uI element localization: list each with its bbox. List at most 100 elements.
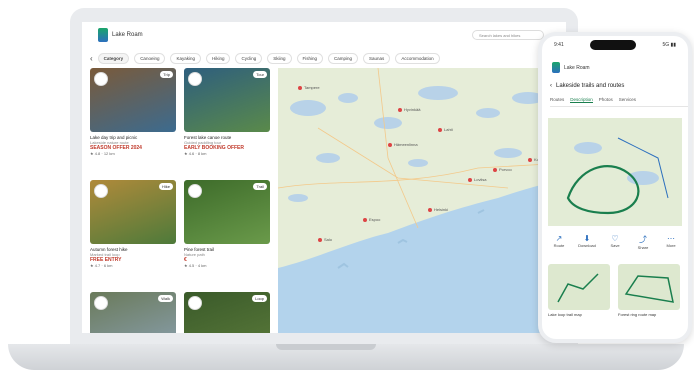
map-pin-icon[interactable] [318, 238, 322, 242]
tab-description[interactable]: Description [570, 97, 593, 103]
map-place-label: Tampere [304, 85, 320, 90]
route-icon: ↗ [555, 234, 563, 243]
map-pin-icon[interactable] [493, 168, 497, 172]
map-place-label: Loviisa [474, 177, 487, 182]
status-signal: 5G ▮▮ [662, 42, 676, 48]
route-thumbnail[interactable] [618, 264, 680, 310]
filter-chip[interactable]: Hiking [205, 52, 231, 64]
card-photo[interactable]: Walk [90, 292, 176, 333]
action-label: Save [610, 243, 620, 248]
filter-chip[interactable]: Category [97, 52, 130, 64]
provider-logo-icon [188, 72, 202, 86]
card-badge: Hike [158, 183, 173, 190]
map-place-label: Hämeenlinna [394, 142, 418, 147]
app-name: Lake Roam [564, 64, 590, 71]
action-row: ↗ Route ⬇ Download ♡ Save ⤴ Share ⋯ More [548, 234, 682, 250]
card-badge: Tour [253, 71, 267, 78]
card-photo[interactable]: Trip [90, 68, 176, 132]
tab-bar: Routes Description Photos Services [550, 97, 688, 107]
map-place-label: Espoo [369, 217, 381, 222]
laptop-notch [276, 344, 376, 350]
map-view[interactable]: Tampere Lahti Hämeenlinna Porvoo Helsinki Esp… [278, 68, 566, 333]
back-arrow-icon[interactable]: ‹ [550, 83, 552, 89]
share-icon: ⤴ [639, 235, 647, 244]
result-card[interactable]: Trail Pine forest trail Nature path € ★ … [184, 180, 270, 268]
filter-chip[interactable]: Skiing [267, 52, 292, 64]
result-card[interactable]: Loop Woodland loop Easy route [184, 292, 270, 333]
card-badge: Loop [252, 295, 267, 302]
save-icon: ♡ [611, 234, 619, 243]
filter-chip[interactable]: Camping [328, 52, 359, 64]
provider-logo-icon [94, 72, 108, 86]
search-input[interactable]: Search lakes and hikes [472, 30, 544, 40]
route-button[interactable]: ↗ Route [548, 234, 570, 250]
map-pin-icon[interactable] [528, 158, 532, 162]
map-pin-icon[interactable] [428, 208, 432, 212]
result-card[interactable]: Walk Coastal walk Seaside route [90, 292, 176, 333]
phone-frame: 9:41 5G ▮▮ Lake Roam ‹ Lakeside trails a… [538, 32, 692, 343]
app-name: Lake Roam [112, 32, 143, 38]
status-time: 9:41 [554, 42, 564, 48]
laptop-frame: Lake Roam Search lakes and hikes ‹ Catego… [70, 8, 578, 346]
filter-chip[interactable]: Saunas [363, 52, 391, 64]
tab-services[interactable]: Services [619, 97, 636, 103]
route-thumbnail[interactable] [548, 264, 610, 310]
map-terrain [278, 68, 566, 333]
action-label: More [666, 243, 676, 248]
filter-chip[interactable]: Fishing [296, 52, 324, 64]
page-title-row: ‹ Lakeside trails and routes [550, 83, 688, 89]
filter-chip[interactable]: Canoeing [134, 52, 166, 64]
card-photo[interactable]: Loop [184, 292, 270, 333]
dynamic-island [590, 40, 636, 50]
action-label: Route [553, 243, 565, 248]
filter-chip[interactable]: Kayaking [170, 52, 201, 64]
map-place-label: Helsinki [434, 207, 449, 212]
filter-chip[interactable]: Cycling [235, 52, 263, 64]
card-badge: Walk [158, 295, 173, 302]
laptop-base [8, 344, 684, 370]
result-card[interactable]: Hike Autumn forest hike Marked trail loo… [90, 180, 176, 268]
provider-logo-icon [94, 296, 108, 310]
action-label: Share [637, 245, 649, 250]
route-card[interactable]: Lake loop trail map [548, 264, 610, 317]
page-title: Lakeside trails and routes [556, 83, 625, 89]
route-line [624, 275, 674, 303]
route-map-graphic [548, 118, 682, 226]
provider-logo-icon [94, 184, 108, 198]
action-label: Download [578, 243, 596, 248]
more-button[interactable]: ⋯ More [660, 234, 682, 250]
share-button[interactable]: ⤴ Share [632, 234, 654, 250]
map-place-label: Porvoo [499, 167, 512, 172]
result-card[interactable]: Trip Lake day trip and picnic Lakeside n… [90, 68, 176, 156]
route-map[interactable] [548, 118, 682, 226]
card-photo[interactable]: Hike [90, 180, 176, 244]
save-button[interactable]: ♡ Save [604, 234, 626, 250]
map-pin-icon[interactable] [438, 128, 442, 132]
filter-chip[interactable]: Accommodation [395, 52, 440, 64]
card-meta: ★ 4.5 · 4 km [184, 263, 207, 268]
map-pin-icon[interactable] [388, 143, 392, 147]
result-list: Trip Lake day trip and picnic Lakeside n… [90, 68, 276, 333]
map-place-label: Lahti [444, 127, 453, 132]
download-icon: ⬇ [583, 234, 591, 243]
card-photo[interactable]: Tour [184, 68, 270, 132]
provider-logo-icon [188, 184, 202, 198]
app-logo-icon[interactable] [98, 28, 108, 42]
download-button[interactable]: ⬇ Download [576, 234, 598, 250]
card-photo[interactable]: Trail [184, 180, 270, 244]
tab-routes[interactable]: Routes [550, 97, 564, 103]
card-badge: Trip [160, 71, 173, 78]
tab-photos[interactable]: Photos [599, 97, 613, 103]
route-card[interactable]: Forest ring route map [618, 264, 680, 317]
map-pin-icon[interactable] [398, 108, 402, 112]
app-logo-icon[interactable] [552, 62, 560, 73]
provider-logo-icon [188, 296, 202, 310]
back-arrow-icon[interactable]: ‹ [90, 54, 93, 63]
map-pin-icon[interactable] [363, 218, 367, 222]
map-pin-icon[interactable] [298, 86, 302, 90]
result-card[interactable]: Tour Forest lake canoe route Guided padd… [184, 68, 270, 156]
top-bar: Lake Roam Search lakes and hikes [82, 22, 566, 48]
card-meta: ★ 4.7 · 6 km [90, 263, 113, 268]
map-pin-icon[interactable] [468, 178, 472, 182]
map-place-label: Hyvinkää [404, 107, 421, 112]
